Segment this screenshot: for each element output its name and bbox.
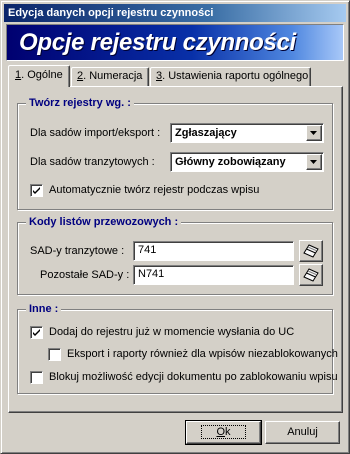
sad-transit-input[interactable]: 741 — [133, 241, 294, 261]
eraser-icon — [303, 244, 319, 258]
checkbox-box[interactable] — [30, 326, 43, 339]
group-other: Inne : Dodaj do rejestru już w momencie … — [17, 302, 338, 394]
tab-panel-general: Twórz rejestry wg. : Dla sadów import/ek… — [8, 86, 343, 413]
group-title: Kody listów przewozowych : — [26, 215, 182, 229]
import-export-value: Zgłaszający — [175, 127, 237, 139]
chevron-down-icon[interactable] — [306, 125, 322, 141]
add-on-send-label: Dodaj do rejestru już w momencie wysłani… — [49, 326, 295, 338]
group-create-registers: Twórz rejestry wg. : Dla sadów import/ek… — [17, 96, 333, 210]
dialog-window: Edycja danych opcji rejestru czynności O… — [0, 0, 350, 454]
export-unlocked-label: Eksport i raporty również dla wpisów nie… — [67, 348, 338, 360]
checkbox-box[interactable] — [30, 184, 43, 197]
group-waybill-codes: Kody listów przewozowych : SAD-y tranzyt… — [17, 215, 333, 295]
sad-transit-label: SAD-y tranzytowe : — [30, 245, 125, 257]
group-title: Twórz rejestry wg. : — [26, 96, 134, 110]
title-bar[interactable]: Edycja danych opcji rejestru czynności — [4, 4, 346, 22]
checkbox-box[interactable] — [48, 348, 61, 361]
banner: Opcje rejestru czynności — [6, 24, 344, 61]
transit-label: Dla sadów tranzytowych : — [30, 156, 155, 168]
tab-general[interactable]: 1. Ogólne — [8, 65, 70, 87]
block-edit-label: Blokuj możliwość edycji dokumentu po zab… — [49, 371, 338, 383]
banner-title: Opcje rejestru czynności — [19, 29, 296, 56]
tab-report-settings[interactable]: 3. Ustawienia raportu ogólnego — [150, 67, 311, 86]
auto-create-label: Automatycznie twórz rejestr podczas wpis… — [49, 184, 260, 196]
transit-value: Główny zobowiązany — [175, 156, 286, 168]
chevron-down-icon[interactable] — [306, 154, 322, 170]
tab-numbering[interactable]: 2. Numeracja — [71, 67, 149, 86]
sad-transit-pick-button[interactable] — [299, 240, 323, 262]
sad-other-input[interactable]: N741 — [133, 265, 294, 285]
eraser-icon — [303, 268, 319, 282]
cancel-button[interactable]: Anuluj — [265, 421, 340, 444]
import-export-select[interactable]: Zgłaszający — [170, 123, 324, 143]
sad-other-pick-button[interactable] — [299, 264, 323, 286]
group-title: Inne : — [26, 302, 62, 316]
import-export-label: Dla sadów import/eksport : — [30, 127, 161, 139]
transit-select[interactable]: Główny zobowiązany — [170, 152, 324, 172]
sad-other-label: Pozostałe SAD-y : — [40, 269, 130, 281]
checkbox-box[interactable] — [30, 371, 43, 384]
ok-button[interactable]: Ok — [185, 420, 262, 445]
window-title: Edycja danych opcji rejestru czynności — [8, 7, 214, 19]
